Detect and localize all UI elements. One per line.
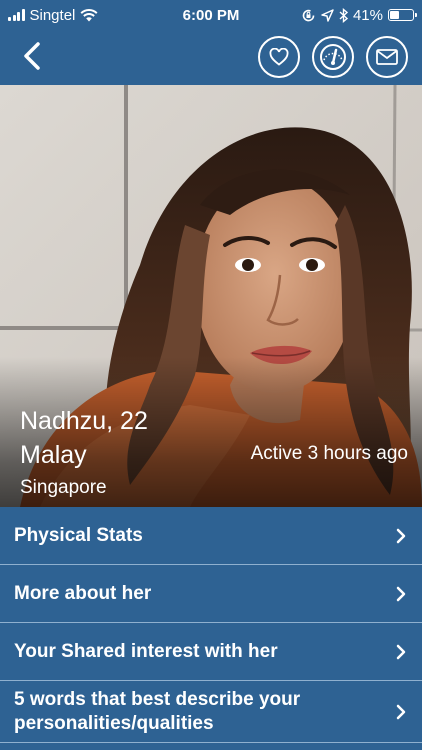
chevron-right-icon xyxy=(396,528,406,543)
battery-percent: 41% xyxy=(352,6,383,24)
carrier-name: Singtel xyxy=(29,6,76,24)
profile-sections: Physical Stats More about her Your Share… xyxy=(0,507,422,743)
menu-item-label: 5 words that best describe your personal… xyxy=(14,688,301,734)
status-right: 41% xyxy=(301,6,417,24)
menu-item-label: More about her xyxy=(14,582,152,604)
battery-icon xyxy=(388,9,417,21)
chevron-right-icon xyxy=(396,586,406,601)
favorite-button[interactable] xyxy=(258,36,300,78)
mail-icon xyxy=(376,49,398,65)
chevron-right-icon xyxy=(396,644,406,659)
chevron-left-icon xyxy=(24,42,40,70)
wifi-icon xyxy=(80,8,98,21)
back-button[interactable] xyxy=(14,36,50,76)
menu-item-physical-stats[interactable]: Physical Stats xyxy=(0,507,422,565)
nav-actions xyxy=(258,36,408,78)
profile-ethnicity: Malay xyxy=(20,441,87,469)
nav-bar xyxy=(0,30,422,85)
menu-item-shared-interest[interactable]: Your Shared interest with her xyxy=(0,623,422,681)
signal-icon xyxy=(8,9,25,21)
profile-photo[interactable]: Nadhzu, 22 Malay Singapore Active 3 hour… xyxy=(0,85,422,507)
profile-name-age: Nadhzu, 22 xyxy=(20,407,148,435)
heart-icon xyxy=(269,48,289,66)
status-left: Singtel xyxy=(8,7,98,24)
message-button[interactable] xyxy=(366,36,408,78)
battery-level xyxy=(390,11,400,19)
menu-item-label: Your Shared interest with her xyxy=(14,640,278,662)
location-icon xyxy=(321,8,334,22)
menu-item-more-about-her[interactable]: More about her xyxy=(0,565,422,623)
status-bar: Singtel 6:00 PM 41% xyxy=(0,0,422,30)
orientation-lock-icon xyxy=(302,9,315,21)
gauge-icon xyxy=(320,44,346,70)
profile-location: Singapore xyxy=(20,477,107,498)
active-status: Active 3 hours ago xyxy=(250,443,408,464)
menu-item-five-words[interactable]: 5 words that best describe your personal… xyxy=(0,681,422,743)
chevron-right-icon xyxy=(396,704,406,719)
menu-item-label: Physical Stats xyxy=(14,524,143,546)
compatibility-button[interactable] xyxy=(312,36,354,78)
bluetooth-icon xyxy=(339,7,348,23)
